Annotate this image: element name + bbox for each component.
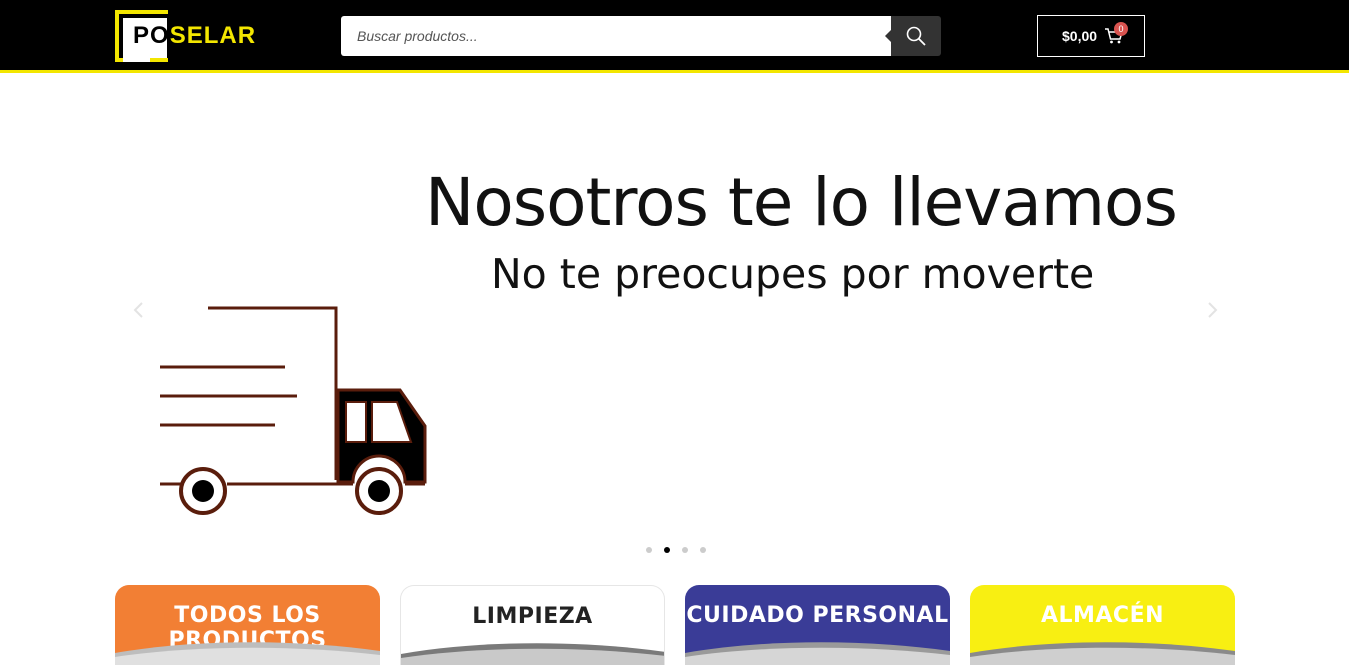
search-button[interactable] <box>885 16 941 56</box>
slide-title: Nosotros te lo llevamos <box>425 164 1178 241</box>
slider-dot-3[interactable] <box>682 547 688 553</box>
card-wave-decoration <box>115 642 380 665</box>
category-label: CUIDADO PERSONAL <box>686 603 949 628</box>
category-cards: TODOS LOS PRODUCTOS LIMPIEZA CUIDADO PER… <box>115 585 1235 665</box>
card-wave-decoration <box>970 642 1235 665</box>
site-logo[interactable]: POSELAR <box>115 10 255 62</box>
slider-dot-4[interactable] <box>700 547 706 553</box>
chevron-right-icon <box>1208 302 1218 318</box>
cart-count-badge: 0 <box>1114 22 1128 36</box>
slider-dot-1[interactable] <box>646 547 652 553</box>
logo-text: POSELAR <box>133 22 257 49</box>
slide-subtitle: No te preocupes por moverte <box>491 250 1095 298</box>
search-input[interactable] <box>341 16 891 56</box>
delivery-truck-illustration <box>160 306 427 515</box>
category-card-almacen[interactable]: ALMACÉN <box>970 585 1235 665</box>
search-icon <box>906 26 926 46</box>
category-card-limpieza[interactable]: LIMPIEZA <box>400 585 665 665</box>
cart-button[interactable]: $0,00 0 <box>1037 15 1145 57</box>
slider-dot-2[interactable] <box>664 547 670 553</box>
category-label: LIMPIEZA <box>472 604 593 629</box>
cart-amount: $0,00 <box>1062 28 1098 44</box>
slider-pagination <box>643 547 713 555</box>
card-wave-decoration <box>401 643 664 665</box>
category-card-cuidado-personal[interactable]: CUIDADO PERSONAL <box>685 585 950 665</box>
card-wave-decoration <box>685 642 950 665</box>
slider-next-button[interactable] <box>1202 300 1222 320</box>
site-header: POSELAR $0,00 0 <box>0 0 1349 73</box>
category-label: ALMACÉN <box>1040 603 1165 628</box>
slider-prev-button[interactable] <box>129 300 149 320</box>
category-card-todos[interactable]: TODOS LOS PRODUCTOS <box>115 585 380 665</box>
hero-slider: Nosotros te lo llevamos No te preocupes … <box>115 76 1235 566</box>
product-search <box>341 16 941 56</box>
chevron-left-icon <box>133 302 143 318</box>
